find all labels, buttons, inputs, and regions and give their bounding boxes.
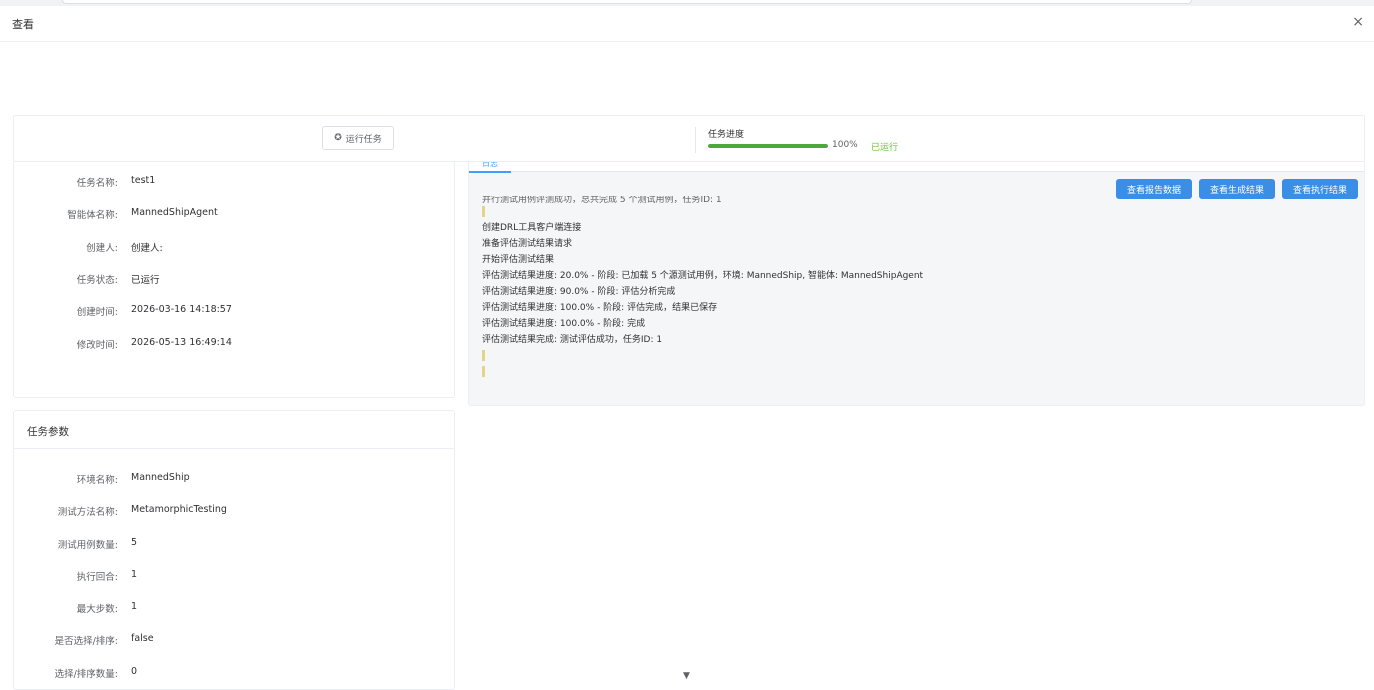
- log-line: 评估测试结果进度: 100.0% - 阶段: 评估完成，结果已保存: [482, 303, 718, 313]
- param-value: 0: [131, 666, 138, 677]
- progress-bar: [708, 144, 828, 148]
- log-line: 准备评估测试结果请求: [482, 239, 573, 249]
- log-line: 并行测试用例评测成功，总共完成 5 个测试用例，任务ID: 1: [482, 196, 722, 204]
- info-value: 创建人:: [131, 243, 163, 254]
- param-value: MannedShip: [131, 472, 190, 483]
- info-value: test1: [131, 175, 156, 186]
- info-row-created-at: 创建时间: 2026-03-16 14:18:57: [14, 304, 454, 318]
- log-panel: 日志 查看报告数据 查看生成结果 查看执行结果 并行测试用例评测成功，总共完成 …: [468, 162, 1365, 406]
- info-value: 2026-03-16 14:18:57: [131, 304, 232, 315]
- param-row-env: 环境名称: MannedShip: [14, 472, 454, 486]
- close-icon[interactable]: ×: [1352, 14, 1364, 30]
- divider: [695, 127, 696, 153]
- info-value: 2026-05-13 16:49:14: [131, 337, 232, 348]
- log-tabs: 日志: [469, 162, 1364, 173]
- address-bar[interactable]: [62, 0, 1192, 4]
- dialog-header: 查看 ×: [0, 6, 1374, 42]
- params-title: 任务参数: [27, 426, 69, 438]
- run-task-button[interactable]: ✪ 运行任务: [322, 126, 394, 150]
- param-row-case-count: 测试用例数量: 5: [14, 537, 454, 551]
- chevron-down-icon[interactable]: ▼: [683, 671, 690, 681]
- info-label: 任务状态:: [76, 275, 118, 286]
- gear-icon: ✪: [334, 133, 342, 143]
- log-separator: [482, 204, 1342, 220]
- info-label: 智能体名称:: [67, 210, 118, 221]
- log-line: 开始评估测试结果: [482, 255, 555, 265]
- log-separator: [482, 364, 1342, 380]
- info-label: 任务名称:: [76, 178, 118, 189]
- log-separator: [482, 348, 1342, 364]
- info-row-task-name: 任务名称: test1: [14, 175, 454, 189]
- log-line: 创建DRL工具客户端连接: [482, 223, 582, 233]
- log-line: 评估测试结果完成: 测试评估成功，任务ID: 1: [482, 335, 663, 345]
- info-value: 已运行: [131, 275, 160, 286]
- param-value: false: [131, 633, 154, 644]
- progress-label: 任务进度: [708, 130, 745, 140]
- param-label: 执行回合:: [76, 572, 118, 583]
- param-label: 最大步数:: [76, 604, 118, 615]
- info-row-agent-name: 智能体名称: MannedShipAgent: [14, 207, 454, 221]
- param-row-max-steps: 最大步数: 1: [14, 601, 454, 615]
- param-label: 测试用例数量:: [57, 540, 118, 551]
- run-panel: ✪ 运行任务 任务进度 100% 已运行: [13, 115, 1365, 162]
- log-output: 并行测试用例评测成功，总共完成 5 个测试用例，任务ID: 1 创建DRL工具客…: [482, 196, 1342, 380]
- param-label: 测试方法名称:: [57, 507, 118, 518]
- info-row-creator: 创建人: 创建人:: [14, 240, 454, 254]
- param-label: 选择/排序数量:: [54, 669, 118, 680]
- param-row-method: 测试方法名称: MetamorphicTesting: [14, 504, 454, 518]
- param-value: 5: [131, 537, 138, 548]
- info-label: 创建时间:: [76, 307, 118, 318]
- log-marker: [482, 350, 485, 361]
- param-row-select-count: 选择/排序数量: 0: [14, 666, 454, 680]
- task-info-card: 任务名称: test1 智能体名称: MannedShipAgent 创建人: 创建人…: [13, 162, 455, 398]
- log-line: 评估测试结果进度: 90.0% - 阶段: 评估分析完成: [482, 287, 676, 297]
- param-label: 是否选择/排序:: [54, 636, 118, 647]
- param-value: MetamorphicTesting: [131, 504, 227, 515]
- params-header: 任务参数: [14, 411, 454, 449]
- progress-percent: 100%: [832, 140, 858, 150]
- log-line: 评估测试结果进度: 100.0% - 阶段: 完成: [482, 319, 646, 329]
- run-task-label: 运行任务: [345, 134, 382, 145]
- info-row-modified-at: 修改时间: 2026-05-13 16:49:14: [14, 337, 454, 351]
- param-value: 1: [131, 569, 138, 580]
- info-label: 修改时间:: [76, 340, 118, 351]
- dialog-title: 查看: [12, 18, 34, 31]
- log-marker: [482, 206, 485, 217]
- info-label: 创建人:: [86, 243, 118, 254]
- log-line: 评估测试结果进度: 20.0% - 阶段: 已加载 5 个源测试用例，环境: M…: [482, 271, 924, 281]
- param-row-select-sort: 是否选择/排序: false: [14, 633, 454, 647]
- param-value: 1: [131, 601, 138, 612]
- param-row-episodes: 执行回合: 1: [14, 569, 454, 583]
- progress-fill: [708, 144, 828, 148]
- log-marker: [482, 366, 485, 377]
- info-row-status: 任务状态: 已运行: [14, 272, 454, 286]
- status-badge: 已运行: [871, 143, 899, 153]
- tab-log[interactable]: 日志: [469, 162, 511, 173]
- task-params-card: 任务参数 环境名称: MannedShip 测试方法名称: MetamorphicT…: [13, 410, 455, 690]
- info-value: MannedShipAgent: [131, 207, 218, 218]
- param-label: 环境名称:: [76, 475, 118, 486]
